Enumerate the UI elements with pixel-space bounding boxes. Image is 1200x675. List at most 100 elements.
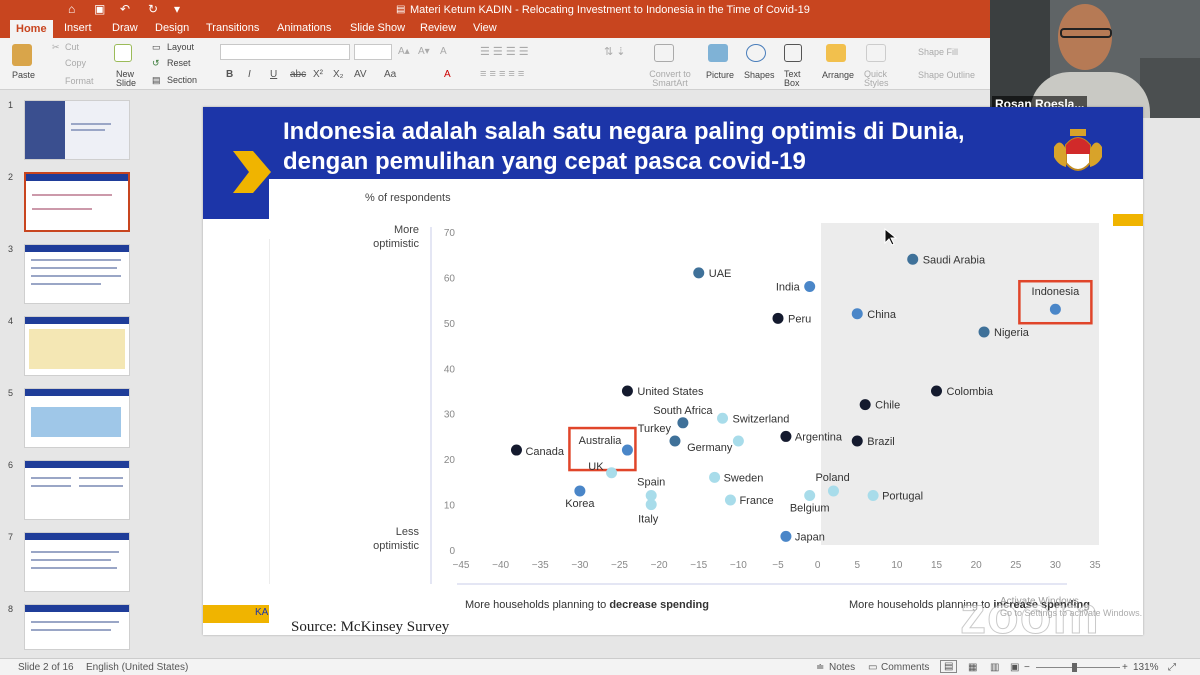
thumbnail-number: 1 (8, 100, 14, 110)
tab-draw[interactable]: Draw (112, 22, 138, 34)
shapes-button[interactable]: Shapes (744, 70, 775, 80)
shapes-icon[interactable] (746, 44, 766, 62)
quick-styles-icon[interactable] (866, 44, 886, 62)
convert-smartart-button[interactable]: Convert to SmartArt (648, 70, 692, 88)
tab-insert[interactable]: Insert (64, 22, 92, 34)
reset-button[interactable]: Reset (167, 58, 191, 68)
character-spacing-button[interactable]: AV (354, 69, 367, 80)
activate-windows-title: Activate Windows (1000, 596, 1079, 607)
bullets-icon[interactable]: ☰ ☰ ☰ ☰ (480, 45, 529, 58)
shape-outline-button[interactable]: Shape Outline (918, 70, 975, 80)
customize-toolbar-icon[interactable]: ▾ (174, 2, 180, 16)
section-icon: ▤ (152, 75, 161, 85)
smartart-icon[interactable] (654, 44, 674, 62)
slide-thumbnail-5[interactable] (24, 388, 130, 448)
point-label-belgium: Belgium (790, 502, 830, 514)
scatter-chart: % of respondents More optimistic Less op… (268, 192, 1101, 611)
tab-slide-show[interactable]: Slide Show (350, 22, 405, 34)
comments-button[interactable]: Comments (881, 662, 929, 673)
text-box-button[interactable]: Text Box (784, 70, 804, 88)
tab-home[interactable]: Home (10, 20, 53, 38)
reading-view-icon[interactable]: ▥ (990, 662, 999, 673)
save-icon[interactable]: ▣ (94, 2, 105, 16)
superscript-button[interactable]: X² (313, 69, 323, 80)
cut-button[interactable]: Cut (65, 42, 79, 52)
font-color-button[interactable]: A (444, 69, 451, 80)
arrange-icon[interactable] (826, 44, 846, 62)
font-size-field[interactable] (354, 44, 392, 60)
slideshow-icon[interactable]: ▣ (1010, 662, 1019, 673)
italic-button[interactable]: I (248, 69, 251, 80)
status-bar: Slide 2 of 16 English (United States) ≐ … (0, 658, 1200, 675)
slide-thumbnail-1[interactable] (24, 100, 130, 160)
tab-review[interactable]: Review (420, 22, 456, 34)
undo-icon[interactable]: ↶ (120, 2, 130, 16)
increase-font-button[interactable]: A▴ (398, 46, 410, 57)
point-belgium (804, 489, 816, 501)
arrange-button[interactable]: Arrange (822, 70, 854, 80)
align-icons[interactable]: ≡ ≡ ≡ ≡ ≡ (480, 68, 524, 80)
zoom-slider-thumb[interactable] (1072, 663, 1077, 672)
normal-view-icon[interactable]: ▤ (940, 660, 958, 673)
point-indonesia (1049, 303, 1061, 315)
redo-icon[interactable]: ↻ (148, 2, 158, 16)
underline-button[interactable]: U (270, 69, 277, 80)
tab-transitions[interactable]: Transitions (206, 22, 259, 34)
x-tick-label: −35 (532, 560, 549, 571)
fit-to-window-icon[interactable]: ⤢ (1168, 662, 1176, 673)
paste-icon[interactable] (12, 44, 32, 66)
slide-canvas[interactable]: Indonesia adalah salah satu negara palin… (203, 107, 1143, 635)
point-colombia (931, 385, 942, 397)
x-tick-label: −45 (453, 560, 470, 571)
ribbon-tabs: Home Insert Draw Design Transitions Anim… (0, 20, 990, 38)
slide-thumbnail-8[interactable] (24, 604, 130, 650)
slide-thumbnail-7[interactable] (24, 532, 130, 592)
slide-sorter-icon[interactable]: ▦ (968, 662, 977, 673)
clear-format-button[interactable]: A (440, 46, 447, 57)
zoom-out-button[interactable]: − (1024, 662, 1030, 673)
change-case-button[interactable]: Aa (384, 69, 396, 80)
quick-styles-button[interactable]: Quick Styles (864, 70, 894, 88)
zoom-level[interactable]: 131% (1133, 662, 1159, 673)
x-tick-label: 25 (1010, 560, 1022, 571)
bold-button[interactable]: B (226, 69, 233, 80)
point-label-canada: Canada (525, 446, 564, 458)
x-axis-label-left-bold: decrease spending (609, 599, 709, 611)
participant-glasses (1060, 28, 1112, 38)
copy-button[interactable]: Copy (65, 58, 86, 68)
point-label-sweden: Sweden (724, 472, 764, 484)
subscript-button[interactable]: X₂ (333, 69, 344, 80)
language-indicator[interactable]: English (United States) (86, 662, 188, 673)
picture-icon[interactable] (708, 44, 728, 62)
zoom-slider[interactable] (1036, 667, 1120, 668)
decrease-font-button[interactable]: A▾ (418, 46, 430, 57)
slide-thumbnail-6[interactable] (24, 460, 130, 520)
paste-button[interactable]: Paste (12, 70, 35, 80)
zoom-in-button[interactable]: + (1122, 662, 1128, 673)
new-slide-icon[interactable] (114, 44, 132, 62)
layout-button[interactable]: Layout (167, 42, 194, 52)
picture-button[interactable]: Picture (706, 70, 734, 80)
point-canada (510, 444, 522, 456)
tab-view[interactable]: View (473, 22, 497, 34)
home-icon[interactable]: ⌂ (68, 2, 75, 16)
ribbon: Paste ✂ Cut Copy Format New Slide ▭ Layo… (0, 38, 990, 90)
notes-button[interactable]: Notes (829, 662, 855, 673)
slide-thumbnail-2[interactable] (24, 172, 130, 232)
document-icon: ▤ (396, 4, 406, 15)
tab-animations[interactable]: Animations (277, 22, 331, 34)
strikethrough-button[interactable]: abc (290, 69, 306, 80)
font-name-field[interactable] (220, 44, 350, 60)
tab-design[interactable]: Design (155, 22, 189, 34)
point-south-africa (677, 417, 689, 429)
text-box-icon[interactable] (784, 44, 802, 62)
shape-fill-button[interactable]: Shape Fill (918, 47, 958, 57)
text-direction-icon[interactable]: ⇅ ⇣ (604, 45, 626, 58)
point-label-indonesia: Indonesia (1032, 286, 1081, 298)
slide-thumbnail-3[interactable] (24, 244, 130, 304)
new-slide-button[interactable]: New Slide (116, 70, 140, 88)
section-button[interactable]: Section (167, 75, 197, 85)
reset-icon: ↺ (152, 58, 160, 68)
format-painter-button[interactable]: Format (65, 76, 94, 86)
slide-thumbnail-4[interactable] (24, 316, 130, 376)
